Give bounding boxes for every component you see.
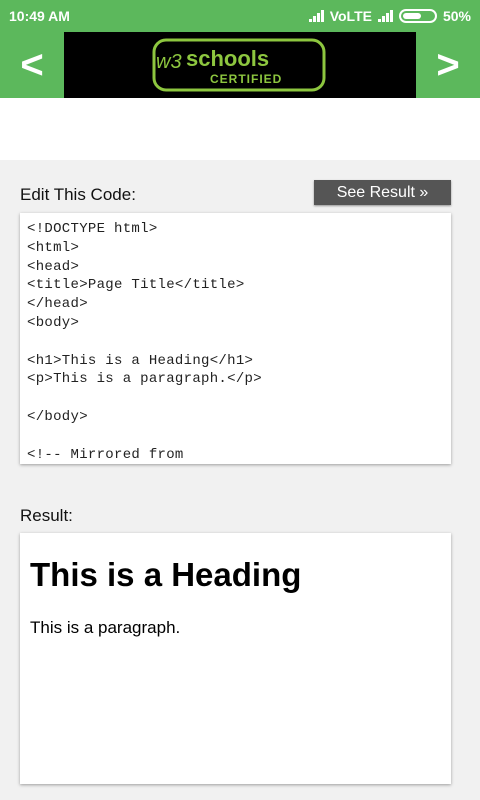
prev-button[interactable]: <: [0, 32, 64, 98]
next-button[interactable]: >: [416, 32, 480, 98]
signal-icon: [308, 10, 324, 22]
logo-schools: schools: [186, 46, 269, 71]
result-paragraph: This is a paragraph.: [30, 618, 181, 637]
app-header: < w3 schools CERTIFIED >: [0, 32, 480, 98]
w3schools-logo: w3 schools CERTIFIED: [152, 38, 326, 92]
battery-percent: 50%: [442, 8, 471, 24]
battery-icon: [398, 9, 437, 23]
result-label: Result:: [20, 506, 73, 525]
result-frame: This is a Heading This is a paragraph.: [20, 533, 451, 784]
logo-w3: w3: [156, 51, 182, 73]
status-icons: VoLTE 50%: [308, 8, 471, 24]
edit-code-label: Edit This Code:: [20, 185, 136, 204]
status-time: 10:49 AM: [9, 8, 70, 24]
code-text[interactable]: <!DOCTYPE html> <html> <head> <title>Pag…: [27, 220, 444, 464]
result-heading: This is a Heading: [30, 556, 302, 593]
status-bar: 10:49 AM VoLTE 50%: [0, 0, 480, 32]
signal-icon-2: [377, 10, 393, 22]
w3schools-certified-banner[interactable]: w3 schools CERTIFIED: [64, 32, 416, 98]
logo-certified: CERTIFIED: [210, 72, 282, 86]
header-spacer: [0, 98, 480, 160]
see-result-button[interactable]: See Result »: [314, 180, 451, 205]
network-label: VoLTE: [329, 8, 372, 24]
code-editor[interactable]: <!DOCTYPE html> <html> <head> <title>Pag…: [20, 213, 451, 464]
